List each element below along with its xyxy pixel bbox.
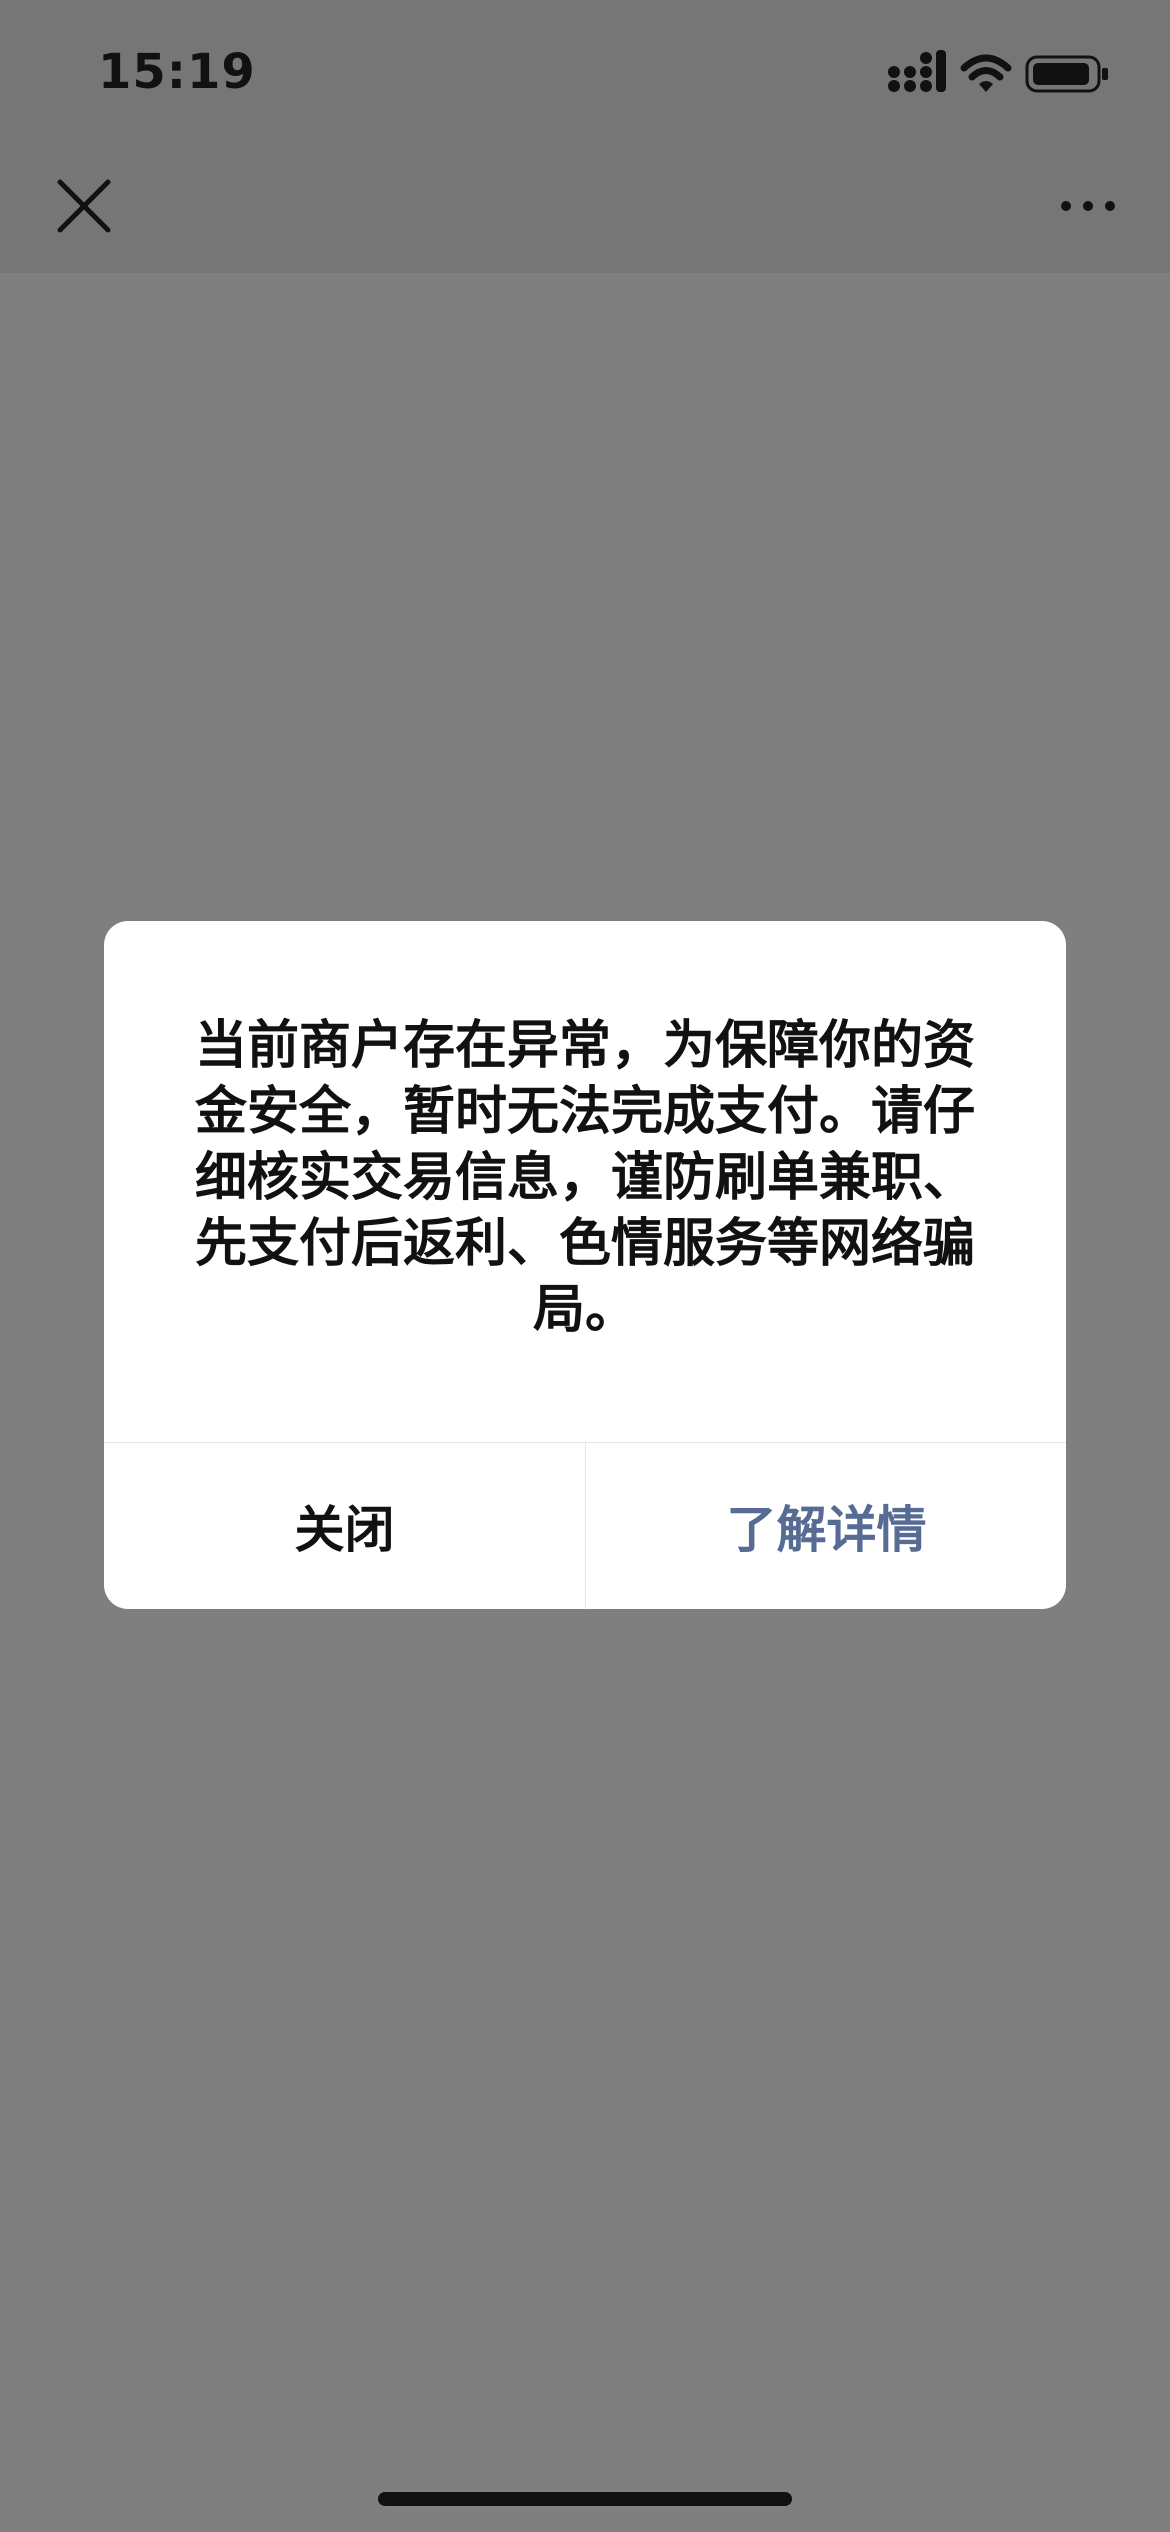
close-button[interactable]: 关闭 [104, 1443, 585, 1609]
wifi-icon [960, 54, 1012, 92]
status-bar: 15:19 [0, 0, 1170, 140]
nav-bar [0, 140, 1170, 273]
cellular-signal-icon [888, 50, 946, 92]
close-icon[interactable] [56, 178, 112, 234]
status-icons [886, 50, 1116, 98]
learn-more-button[interactable]: 了解详情 [586, 1443, 1066, 1609]
more-icon[interactable] [1058, 194, 1118, 218]
home-indicator [378, 2492, 792, 2506]
status-time: 15:19 [98, 44, 256, 100]
dialog-message: 当前商户存在异常，为保障你的资金安全，暂时无法完成支付。请仔细核实交易信息，谨防… [194, 1016, 975, 1340]
battery-icon [1025, 55, 1108, 93]
alert-dialog: 当前商户存在异常，为保障你的资金安全，暂时无法完成支付。请仔细核实交易信息，谨防… [104, 921, 1066, 1609]
